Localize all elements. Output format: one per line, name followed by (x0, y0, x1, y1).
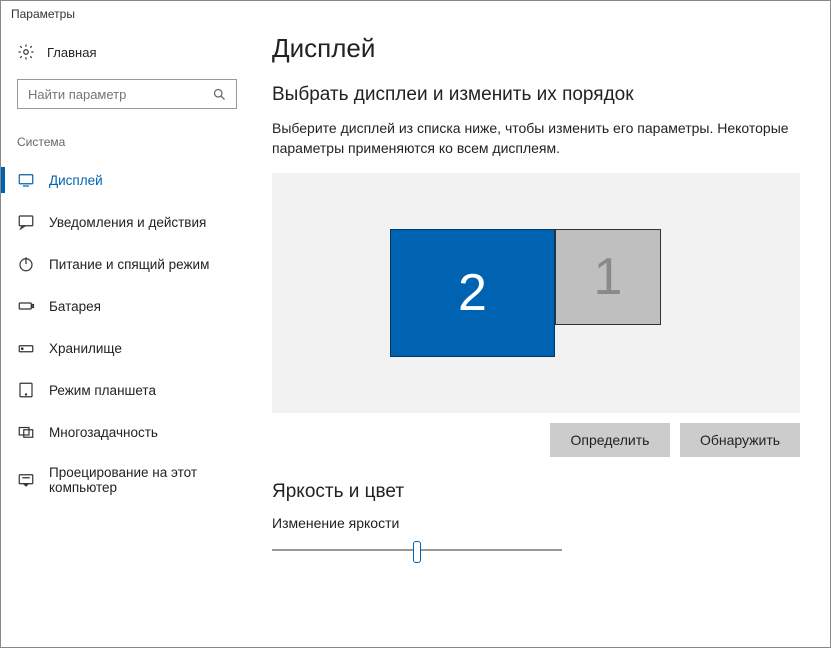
sidebar: Главная Система (1, 29, 266, 647)
storage-icon (17, 339, 35, 357)
arrange-description: Выберите дисплей из списка ниже, чтобы и… (272, 118, 800, 159)
brightness-section: Яркость и цвет Изменение яркости (272, 481, 800, 561)
display-arrange-area[interactable]: 21 (272, 173, 800, 413)
multitask-icon (17, 423, 35, 441)
brightness-heading: Яркость и цвет (272, 481, 800, 503)
brightness-slider[interactable] (272, 541, 562, 561)
search-container (1, 71, 266, 119)
slider-thumb[interactable] (413, 541, 421, 563)
detect-button[interactable]: Обнаружить (680, 423, 800, 457)
settings-window: Параметры Главная (0, 0, 831, 648)
message-icon (17, 213, 35, 231)
sidebar-item-label: Многозадачность (49, 425, 158, 440)
sidebar-item-label: Проецирование на этот компьютер (49, 465, 250, 495)
sidebar-nav: Дисплей Уведомления и действия (1, 159, 266, 507)
sidebar-item-storage[interactable]: Хранилище (1, 327, 266, 369)
battery-icon (17, 297, 35, 315)
project-icon (17, 471, 35, 489)
display-box-2[interactable]: 2 (390, 229, 555, 357)
sidebar-item-power[interactable]: Питание и спящий режим (1, 243, 266, 285)
sidebar-section-label: Система (1, 119, 266, 153)
sidebar-item-project[interactable]: Проецирование на этот компьютер (1, 453, 266, 507)
sidebar-item-multitask[interactable]: Многозадачность (1, 411, 266, 453)
identify-button[interactable]: Определить (550, 423, 670, 457)
sidebar-item-tablet[interactable]: Режим планшета (1, 369, 266, 411)
monitor-icon (17, 171, 35, 189)
display-buttons-row: Определить Обнаружить (272, 423, 800, 457)
home-nav[interactable]: Главная (1, 33, 266, 71)
home-label: Главная (47, 45, 96, 60)
window-body: Главная Система (1, 29, 830, 647)
search-box[interactable] (17, 79, 237, 109)
page-title: Дисплей (272, 33, 800, 64)
sidebar-item-battery[interactable]: Батарея (1, 285, 266, 327)
display-box-1[interactable]: 1 (555, 229, 661, 325)
window-title: Параметры (1, 1, 830, 29)
sidebar-item-label: Батарея (49, 299, 101, 314)
power-icon (17, 255, 35, 273)
sidebar-item-label: Режим планшета (49, 383, 156, 398)
sidebar-item-label: Дисплей (49, 173, 103, 188)
sidebar-item-label: Хранилище (49, 341, 122, 356)
search-input[interactable] (26, 86, 196, 103)
tablet-icon (17, 381, 35, 399)
brightness-label: Изменение яркости (272, 515, 800, 531)
sidebar-item-label: Питание и спящий режим (49, 257, 209, 272)
sidebar-item-label: Уведомления и действия (49, 215, 206, 230)
main-content: Дисплей Выбрать дисплеи и изменить их по… (266, 29, 830, 647)
gear-icon (17, 43, 35, 61)
sidebar-item-notifications[interactable]: Уведомления и действия (1, 201, 266, 243)
search-icon (210, 85, 228, 103)
sidebar-item-display[interactable]: Дисплей (1, 159, 266, 201)
arrange-heading: Выбрать дисплеи и изменить их порядок (272, 84, 800, 106)
